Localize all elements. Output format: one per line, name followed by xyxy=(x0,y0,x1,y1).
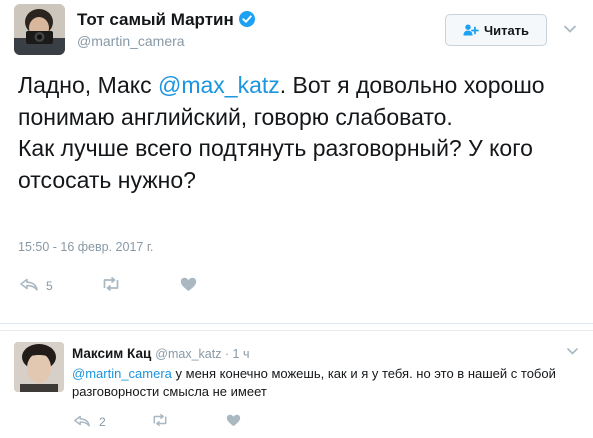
tweet-text-part: Ладно, Макс xyxy=(18,72,158,98)
mention-link[interactable]: @martin_camera xyxy=(72,366,172,381)
chevron-down-icon[interactable] xyxy=(563,24,577,34)
follow-person-icon xyxy=(463,24,484,36)
divider xyxy=(0,323,593,324)
like-icon[interactable] xyxy=(226,414,241,427)
reply-author-handle[interactable]: @max_katz · 1 ч xyxy=(155,347,249,361)
author-name-text[interactable]: Тот самый Мартин xyxy=(77,10,234,29)
reply-author[interactable]: Максим Кац @max_katz · 1 ч xyxy=(72,346,250,361)
tweet-timestamp[interactable]: 15:50 - 16 февр. 2017 г. xyxy=(18,240,153,254)
verified-badge-icon xyxy=(238,11,255,27)
follow-button[interactable]: Читать xyxy=(445,14,547,46)
reply-author-name[interactable]: Максим Кац xyxy=(72,346,151,361)
follow-button-label: Читать xyxy=(483,22,530,38)
author-avatar[interactable] xyxy=(14,4,65,55)
author-name[interactable]: Тот самый Мартин xyxy=(77,10,255,30)
retweet-icon[interactable] xyxy=(151,413,169,427)
reply-icon[interactable] xyxy=(73,414,91,427)
mention-link[interactable]: @max_katz xyxy=(158,72,280,98)
tweet-text-part: Как лучше всего подтянуть разговорный? У… xyxy=(18,135,533,193)
retweet-icon[interactable] xyxy=(101,276,121,292)
reply-count: 2 xyxy=(99,415,106,429)
chevron-down-icon[interactable] xyxy=(566,347,579,356)
reply-icon[interactable] xyxy=(19,277,39,291)
like-icon[interactable] xyxy=(180,277,197,292)
reply-text: @martin_camera у меня конечно можешь, ка… xyxy=(72,365,572,401)
author-handle[interactable]: @martin_camera xyxy=(77,33,185,49)
tweet-text: Ладно, Макс @max_katz. Вот я довольно хо… xyxy=(18,70,583,196)
reply-author-avatar[interactable] xyxy=(14,342,64,392)
reply-count: 5 xyxy=(46,279,53,293)
divider xyxy=(0,330,593,331)
